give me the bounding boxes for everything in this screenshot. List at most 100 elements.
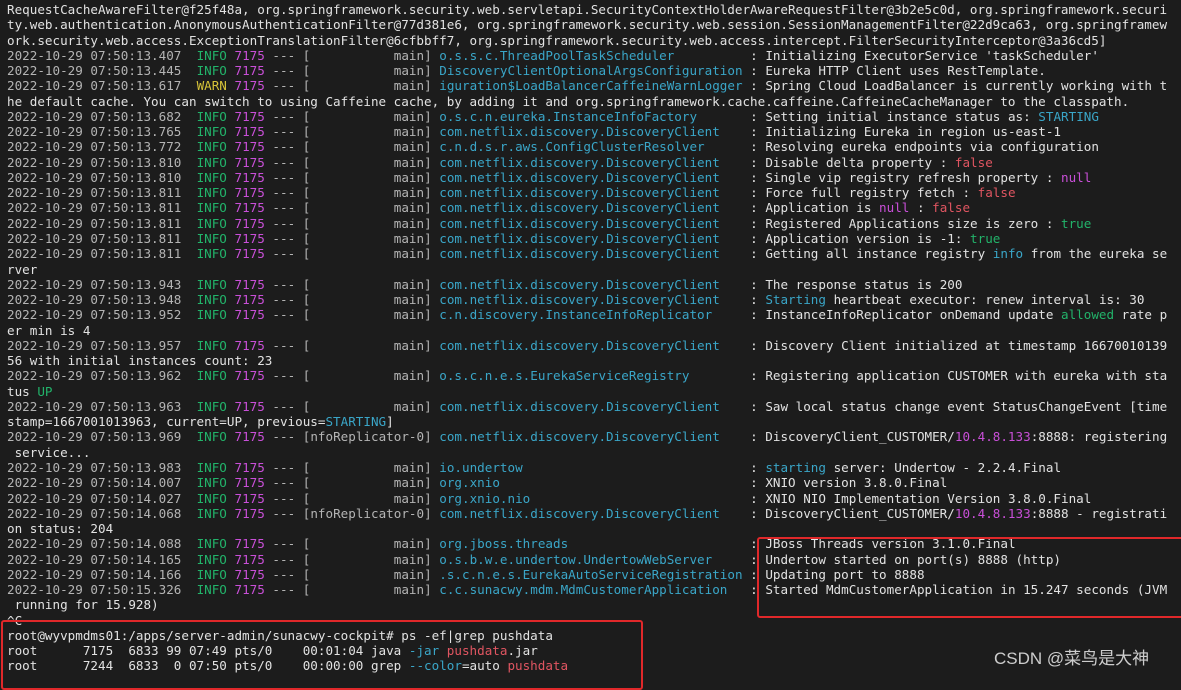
log-logger: c.n.discovery.InstanceInfoReplicator xyxy=(439,307,713,323)
log-level: INFO xyxy=(196,582,227,598)
log-line: 2022-10-29 07:50:13.811 INFO 7175 --- [ … xyxy=(7,216,1181,231)
log-logger: com.netflix.discovery.DiscoveryClient xyxy=(439,169,720,185)
terminal-output[interactable]: RequestCacheAwareFilter@f25f48a, org.spr… xyxy=(7,2,1181,674)
log-pid: 7175 xyxy=(234,582,265,598)
log-pid: 7175 xyxy=(234,398,265,414)
log-message-text: Updating port to 8888 xyxy=(765,566,925,582)
separator: ] xyxy=(424,429,440,445)
separator: --- [ xyxy=(264,230,311,246)
separator: ] xyxy=(424,307,440,323)
log-line: 2022-10-29 07:50:13.765 INFO 7175 --- [ … xyxy=(7,124,1181,139)
log-thread: main xyxy=(393,307,425,323)
log-message-text: pushdata xyxy=(446,643,508,659)
log-message-text: false xyxy=(932,200,971,216)
separator: : xyxy=(689,368,766,384)
log-message-text: Single vip registry refresh property : xyxy=(765,169,1062,185)
separator: ] xyxy=(424,78,440,94)
log-pid: 7175 xyxy=(234,459,265,475)
separator: --- [ xyxy=(264,185,311,201)
log-line: 2022-10-29 07:50:13.952 INFO 7175 --- [ … xyxy=(7,307,1181,322)
log-message-text: :8888 - registrati xyxy=(1030,505,1168,521)
log-level: INFO xyxy=(196,429,227,445)
log-message-text: STARTING xyxy=(1038,108,1099,124)
log-line: 2022-10-29 07:50:13.811 INFO 7175 --- [ … xyxy=(7,200,1181,215)
log-level: INFO xyxy=(196,368,227,384)
terminal-line: er min is 4 xyxy=(7,323,1181,338)
log-message-text: -jar xyxy=(408,643,440,659)
log-level: INFO xyxy=(196,215,227,231)
log-level: INFO xyxy=(196,154,227,170)
log-level: WARN xyxy=(196,78,227,94)
log-line: 2022-10-29 07:50:13.969 INFO 7175 --- [n… xyxy=(7,429,1181,444)
log-message-text: 10.4.8.133 xyxy=(954,505,1031,521)
separator: --- [ xyxy=(264,108,311,124)
separator: --- [ xyxy=(264,139,311,155)
log-logger: com.netflix.discovery.DiscoveryClient xyxy=(439,154,720,170)
log-line: 2022-10-29 07:50:14.027 INFO 7175 --- [ … xyxy=(7,491,1181,506)
log-line: 2022-10-29 07:50:14.088 INFO 7175 --- [ … xyxy=(7,536,1181,551)
log-timestamp: 2022-10-29 07:50:13.811 xyxy=(7,200,182,216)
log-message-text: XNIO NIO Implementation Version 3.8.0.Fi… xyxy=(765,490,1092,506)
log-message-text: from the eureka se xyxy=(1023,246,1168,262)
log-thread: main xyxy=(393,47,425,63)
log-logger: iguration$LoadBalancerCaffeineWarnLogger xyxy=(439,78,743,94)
log-message-text: RequestCacheAwareFilter@f25f48a, org.spr… xyxy=(7,2,1168,17)
separator: ] xyxy=(424,246,440,262)
separator: ] xyxy=(424,582,440,598)
log-message-text: UP xyxy=(37,383,53,399)
log-level: INFO xyxy=(196,124,227,140)
terminal-line: ork.security.web.access.ExceptionTransla… xyxy=(7,33,1181,48)
separator: --- [ xyxy=(264,78,311,94)
separator: ] xyxy=(424,490,440,506)
separator: --- [ xyxy=(264,337,311,353)
log-thread: main xyxy=(393,368,425,384)
log-timestamp: 2022-10-29 07:50:13.957 xyxy=(7,337,182,353)
log-message-text: : xyxy=(909,200,933,216)
log-level: INFO xyxy=(196,169,227,185)
separator: ] xyxy=(424,185,440,201)
log-thread: main xyxy=(393,490,425,506)
log-pid: 7175 xyxy=(234,185,265,201)
separator: : xyxy=(742,78,766,94)
separator: ] xyxy=(424,536,440,552)
log-timestamp: 2022-10-29 07:50:13.811 xyxy=(7,185,182,201)
separator: --- [ xyxy=(264,368,311,384)
log-thread: main xyxy=(393,230,425,246)
log-pid: 7175 xyxy=(234,215,265,231)
log-message-text: Spring Cloud LoadBalancer is currently w… xyxy=(765,78,1168,94)
log-logger: com.netflix.discovery.DiscoveryClient xyxy=(439,124,720,140)
log-message-text: Initializing Eureka in region us-east-1 xyxy=(765,124,1062,140)
log-line: 2022-10-29 07:50:13.811 INFO 7175 --- [ … xyxy=(7,231,1181,246)
log-pid: 7175 xyxy=(234,505,265,521)
log-pid: 7175 xyxy=(234,292,265,308)
separator: ] xyxy=(424,200,440,216)
terminal-line: 56 with initial instances count: 23 xyxy=(7,353,1181,368)
log-line: 2022-10-29 07:50:15.326 INFO 7175 --- [ … xyxy=(7,582,1181,597)
separator: : xyxy=(719,292,766,308)
separator: ] xyxy=(424,108,440,124)
log-line: 2022-10-29 07:50:13.682 INFO 7175 --- [ … xyxy=(7,109,1181,124)
log-level: INFO xyxy=(196,459,227,475)
separator: ] xyxy=(424,169,440,185)
separator: : xyxy=(742,63,766,79)
log-logger: c.n.d.s.r.aws.ConfigClusterResolver xyxy=(439,139,705,155)
